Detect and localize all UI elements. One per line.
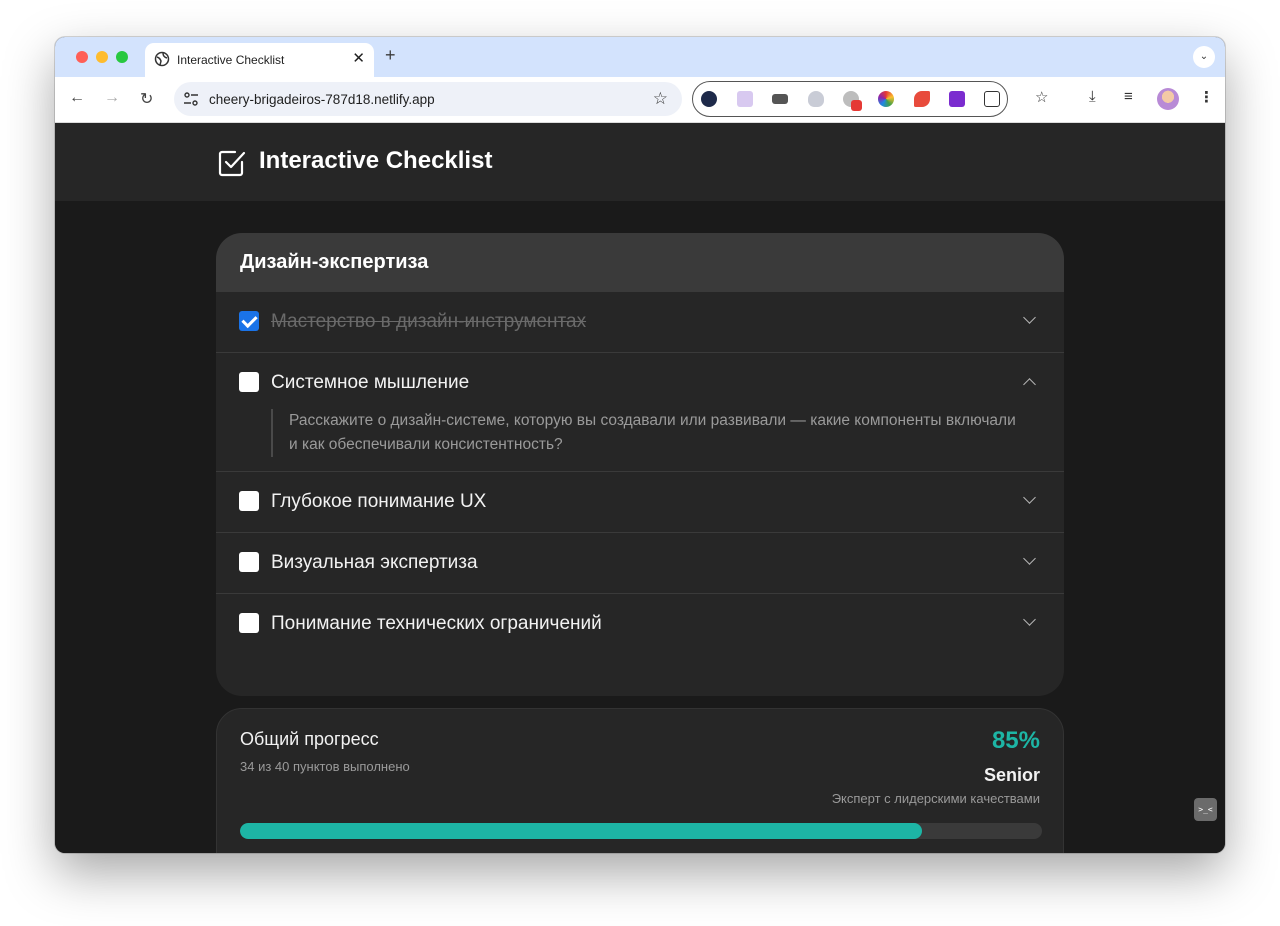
progress-percent: 85% [991,727,1040,754]
extension-icon[interactable] [737,91,753,107]
badge-icon [851,100,862,111]
checklist-item: Глубокое понимание UX [216,471,1064,532]
chevron-down-icon[interactable] [1023,311,1036,324]
bookmarks-icon[interactable]: ☆ [1035,88,1048,106]
progress-bar [240,823,1042,839]
checklist-items: Мастерство в дизайн-инструментах Системно… [216,292,1064,654]
checklist-item-label: Понимание технических ограничений [271,613,602,634]
profile-avatar[interactable] [1157,88,1179,110]
checklist-item-label: Визуальная экспертиза [271,552,478,573]
extensions-area [692,81,1008,117]
reload-icon[interactable]: ↻ [140,89,153,109]
progress-card: Общий прогресс 34 из 40 пунктов выполнен… [216,708,1064,853]
forward-arrow-icon[interactable]: → [104,89,120,107]
video-icon[interactable] [772,94,788,104]
app-header: Interactive Checklist [55,123,1225,201]
url-text: cheery-brigadeiros-787d18.netlify.app [209,92,435,107]
tab-strip: Interactive Checklist ✕ + ⌄ [55,37,1225,77]
checklist-item: Понимание технических ограничений [216,593,1064,654]
checklist-item-header[interactable]: Системное мышление [216,353,1064,413]
new-tab-button[interactable]: + [385,45,396,66]
download-icon[interactable]: ⤓ [1089,88,1096,105]
checklist-item-detail: Расскажите о дизайн-системе, которую вы … [271,409,1064,471]
checklist-item-label: Глубокое понимание UX [271,491,487,512]
checklist-item-header[interactable]: Понимание технических ограничений [216,594,1064,654]
level-badge: Senior [983,765,1040,785]
close-window-button[interactable] [76,51,88,63]
checklist-section: Дизайн-экспертиза Мастерство в дизайн-ин… [216,233,1064,696]
checklist-item: Мастерство в дизайн-инструментах [216,292,1064,352]
app-title: Interactive Checklist [259,147,493,174]
section-title: Дизайн-экспертиза [216,233,1064,292]
color-picker-icon[interactable] [878,91,894,107]
site-settings-icon[interactable] [183,92,199,106]
tab-search-icon[interactable]: ⌄ [1193,46,1215,68]
checkbox-logo-icon [218,150,246,177]
checklist-item-header[interactable]: Мастерство в дизайн-инструментах [216,292,1064,352]
chevron-down-icon[interactable] [1023,491,1036,504]
browser-tab[interactable]: Interactive Checklist ✕ [145,43,374,77]
checklist-item-label: Мастерство в дизайн-инструментах [271,311,587,332]
checkbox[interactable] [239,491,259,511]
dev-tools-widget-icon[interactable]: >_< [1194,798,1217,821]
minimize-window-button[interactable] [96,51,108,63]
extension-icon[interactable] [701,91,717,107]
checkbox[interactable] [239,552,259,572]
progress-title: Общий прогресс [240,729,379,749]
level-description: Эксперт с лидерскими качествами [831,791,1040,806]
media-icon[interactable]: ≡ [1124,88,1133,105]
checkbox[interactable] [239,372,259,392]
chevron-down-icon[interactable] [1023,613,1036,626]
extension-icon[interactable] [914,91,930,107]
shield-icon[interactable] [808,91,824,107]
checklist-item: Системное мышление Расскажите о дизайн-си… [216,352,1064,471]
checklist-item-label: Системное мышление [271,372,470,393]
chevron-down-icon[interactable] [1023,552,1036,565]
extension-s-icon[interactable] [949,91,965,107]
progress-summary: 34 из 40 пунктов выполнено [240,759,410,774]
menu-kebab-icon[interactable]: ⋮ [1199,88,1214,106]
browser-window: Interactive Checklist ✕ + ⌄ ← → ↻ cheery… [55,37,1225,853]
checklist-item-header[interactable]: Визуальная экспертиза [216,533,1064,593]
address-bar[interactable]: cheery-brigadeiros-787d18.netlify.app ☆ [174,82,682,116]
close-tab-icon[interactable]: ✕ [352,49,365,67]
tab-title: Interactive Checklist [177,53,285,67]
bookmark-star-icon[interactable]: ☆ [653,89,668,109]
maximize-window-button[interactable] [116,51,128,63]
back-arrow-icon[interactable]: ← [69,89,85,107]
checkbox[interactable] [239,613,259,633]
page-content: Interactive Checklist Дизайн-экспертиза … [55,123,1225,853]
puzzle-icon[interactable] [984,91,1000,107]
globe-icon [154,51,170,67]
checklist-item: Визуальная экспертиза [216,532,1064,593]
checklist-item-header[interactable]: Глубокое понимание UX [216,472,1064,532]
progress-bar-fill [240,823,922,839]
checkbox[interactable] [239,311,259,331]
chevron-up-icon[interactable] [1023,378,1036,391]
browser-toolbar: ← → ↻ cheery-brigadeiros-787d18.netlify.… [55,77,1225,123]
